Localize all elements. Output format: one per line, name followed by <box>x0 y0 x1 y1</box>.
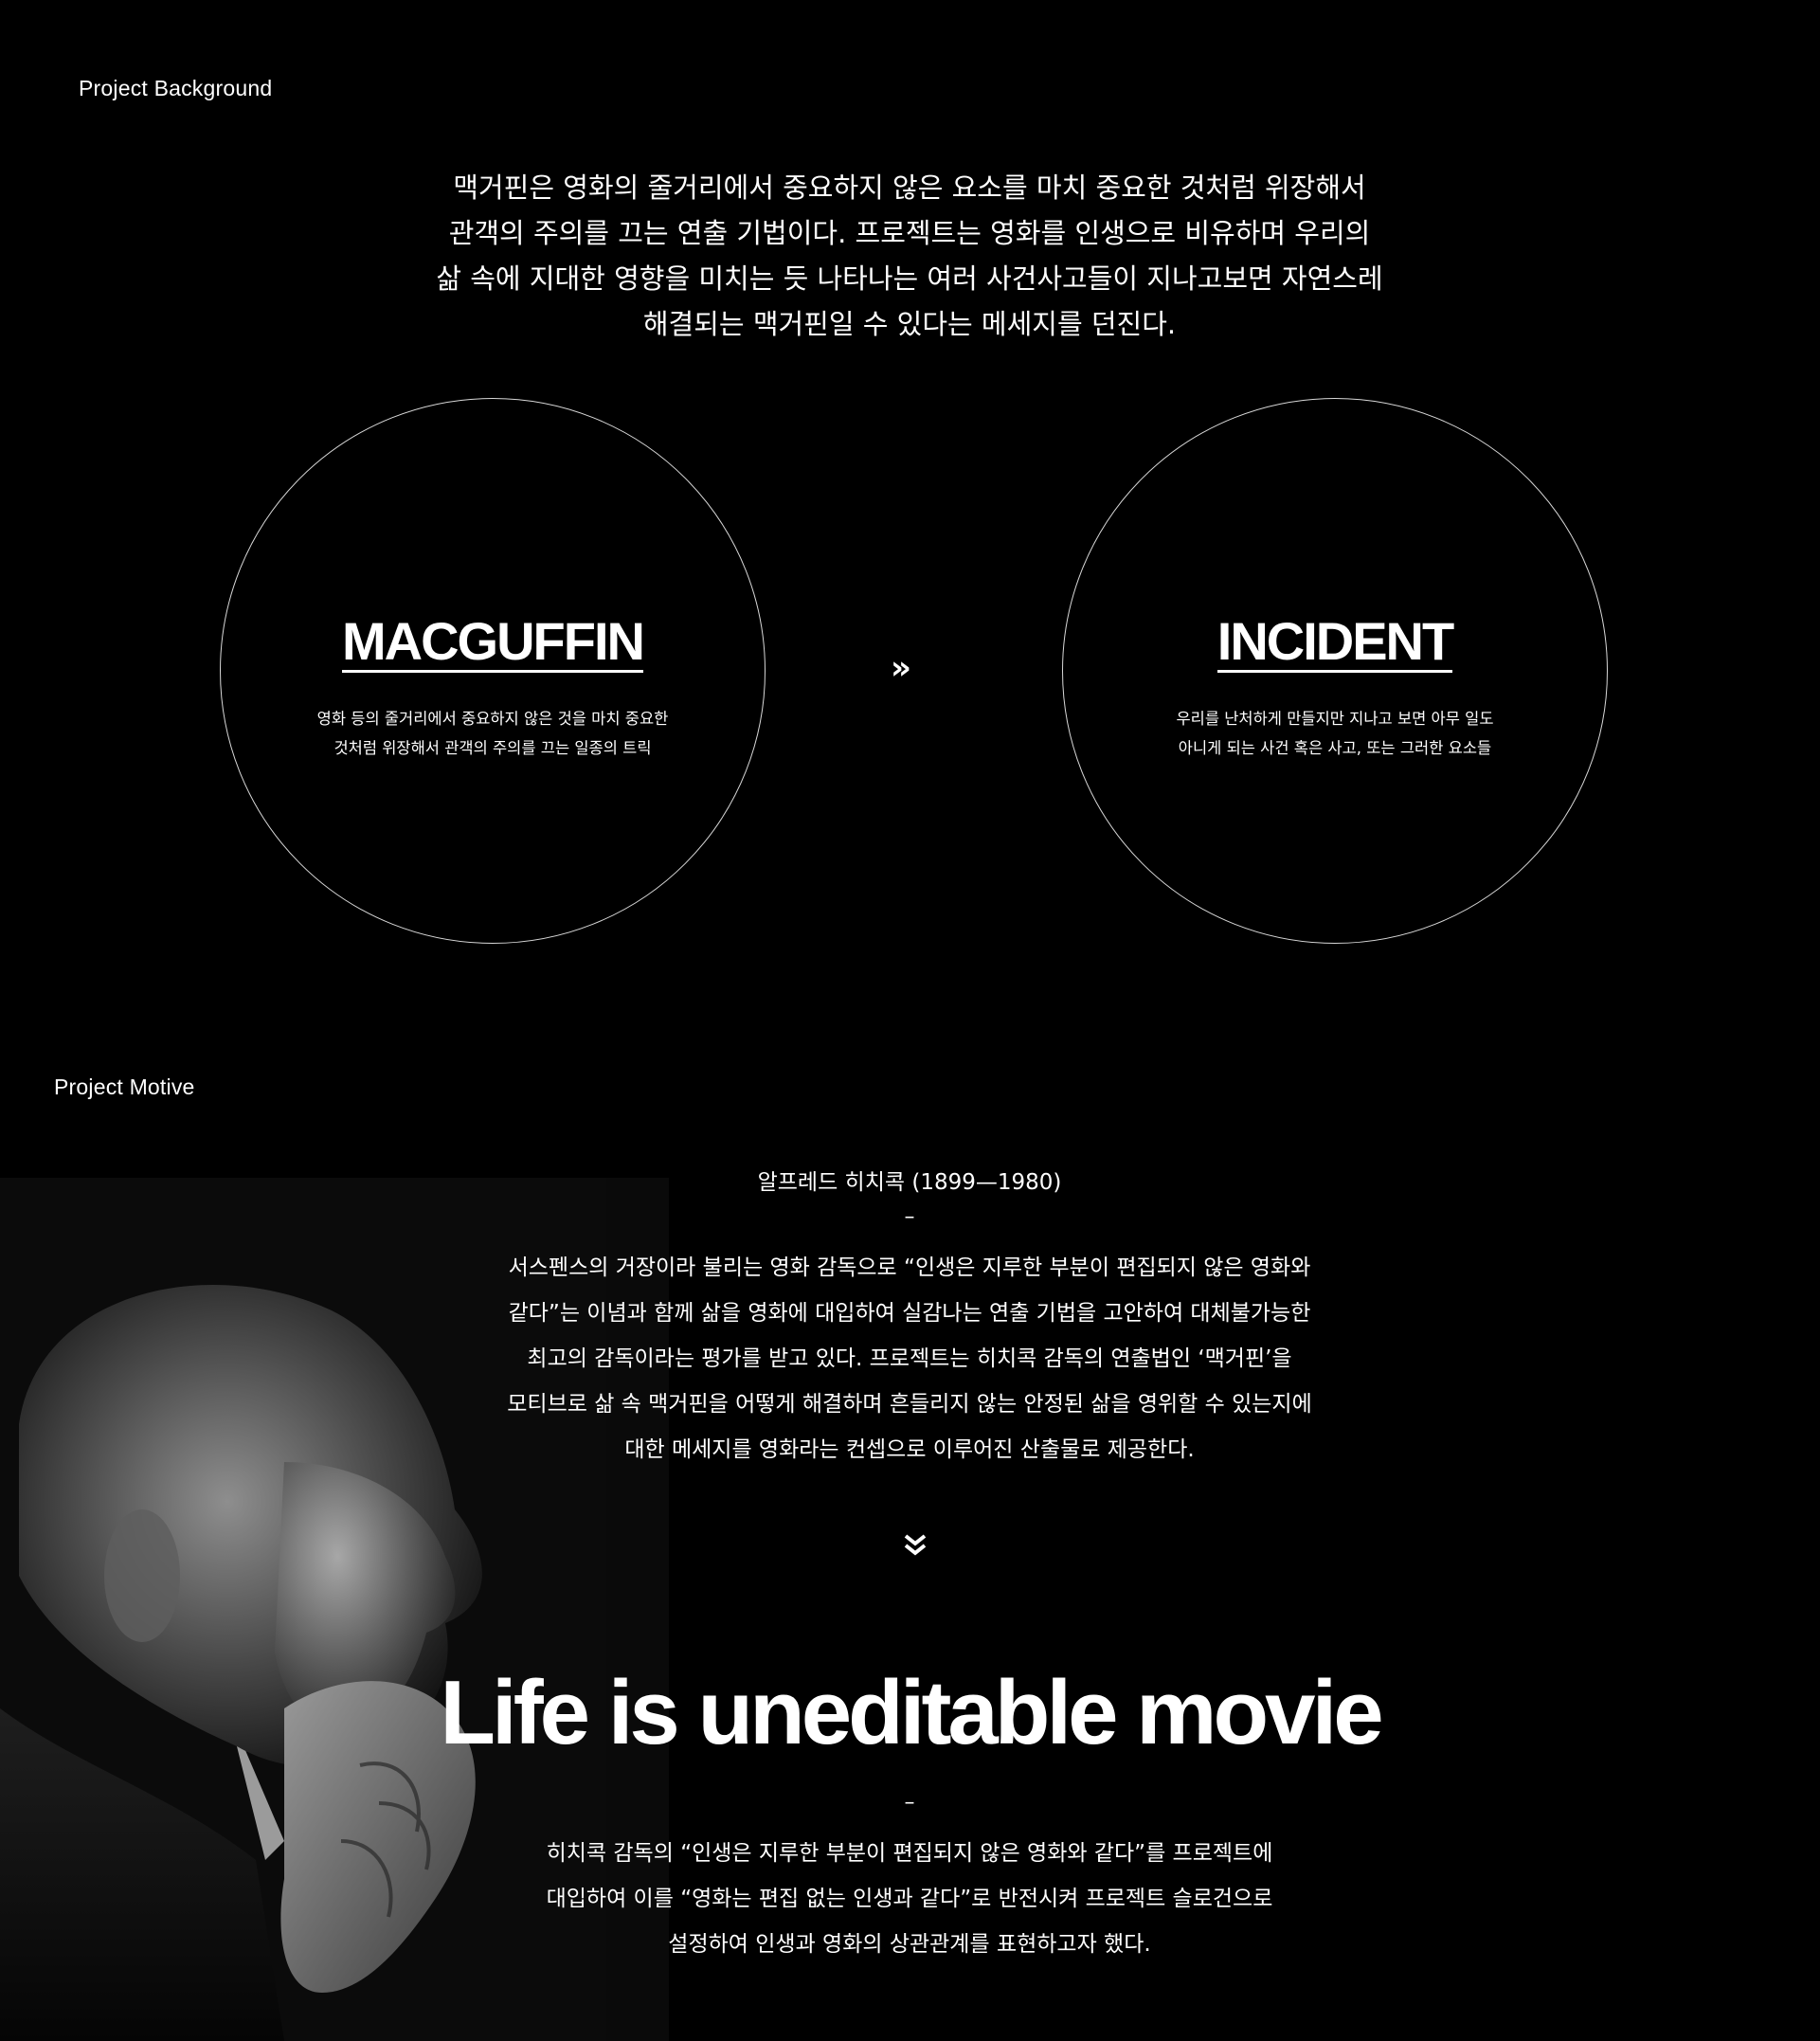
motive-line: 최고의 감독이라는 평가를 받고 있다. 프로젝트는 히치콕 감독의 연출법인 … <box>527 1346 1292 1371</box>
section-label-background: Project Background <box>79 76 273 100</box>
macguffin-title: MACGUFFIN <box>342 611 645 673</box>
intro-line: 맥거핀은 영화의 줄거리에서 중요하지 않은 요소를 마치 중요한 것처럼 위장… <box>453 172 1366 204</box>
slogan-title: Life is uneditable movie <box>440 1662 1383 1763</box>
motive-line: 모티브로 삶 속 맥거핀을 어떻게 해결하며 흔들리지 않는 안정된 삶을 영위… <box>507 1392 1312 1417</box>
motive-title: 알프레드 히치콕 (1899—1980) <box>757 1170 1062 1195</box>
intro-line: 삶 속에 지대한 영향을 미치는 듯 나타나는 여러 사건사고들이 지나고보면 … <box>436 262 1383 295</box>
description-line: 영화 등의 줄거리에서 중요하지 않은 것을 마치 중요한 <box>316 710 669 728</box>
motive-divider: – <box>904 1205 915 1229</box>
slogan-body: 히치콕 감독의 “인생은 지루한 부분이 편집되지 않은 영화와 같다”를 프로… <box>341 1831 1478 1967</box>
macguffin-description: 영화 등의 줄거리에서 중요하지 않은 것을 마치 중요한 것처럼 위장해서 관… <box>221 704 765 763</box>
incident-description: 우리를 난처하게 만들지만 지나고 보면 아무 일도 아니게 되는 사건 혹은 … <box>1063 704 1607 763</box>
description-line: 아니게 되는 사건 혹은 사고, 또는 그러한 요소들 <box>1178 739 1492 757</box>
motive-body: 서스펜스의 거장이라 불리는 영화 감독으로 “인생은 지루한 부분이 편집되지… <box>341 1245 1478 1472</box>
double-chevron-down-icon <box>904 1534 927 1556</box>
description-line: 우리를 난처하게 만들지만 지나고 보면 아무 일도 <box>1176 710 1494 728</box>
slogan-divider: – <box>904 1791 915 1815</box>
slogan-line: 대입하여 이를 “영화는 편집 없는 인생과 같다”로 반전시켜 프로젝트 슬로… <box>546 1887 1273 1911</box>
slogan-line: 히치콕 감독의 “인생은 지루한 부분이 편집되지 않은 영화와 같다”를 프로… <box>546 1841 1273 1866</box>
macguffin-circle: MACGUFFIN 영화 등의 줄거리에서 중요하지 않은 것을 마치 중요한 … <box>220 398 766 944</box>
motive-line: 대한 메세지를 영화라는 컨셉으로 이루어진 산출물로 제공한다. <box>624 1437 1195 1462</box>
intro-line: 관객의 주의를 끄는 연출 기법이다. 프로젝트는 영화를 인생으로 비유하며 … <box>448 217 1371 249</box>
incident-title: INCIDENT <box>1216 611 1454 673</box>
background-intro: 맥거핀은 영화의 줄거리에서 중요하지 않은 요소를 마치 중요한 것처럼 위장… <box>341 165 1478 347</box>
description-line: 것처럼 위장해서 관객의 주의를 끄는 일종의 트릭 <box>333 739 652 757</box>
motive-line: 같다”는 이념과 함께 삶을 영화에 대입하여 실감나는 연출 기법을 고안하여… <box>508 1301 1311 1326</box>
motive-line: 서스펜스의 거장이라 불리는 영화 감독으로 “인생은 지루한 부분이 편집되지… <box>508 1255 1311 1280</box>
section-label-motive: Project Motive <box>54 1075 195 1099</box>
double-chevron-right-icon: » <box>891 649 911 687</box>
incident-circle: INCIDENT 우리를 난처하게 만들지만 지나고 보면 아무 일도 아니게 … <box>1062 398 1608 944</box>
intro-line: 해결되는 맥거핀일 수 있다는 메세지를 던진다. <box>642 308 1177 340</box>
slogan-line: 설정하여 인생과 영화의 상관관계를 표현하고자 했다. <box>668 1932 1151 1957</box>
